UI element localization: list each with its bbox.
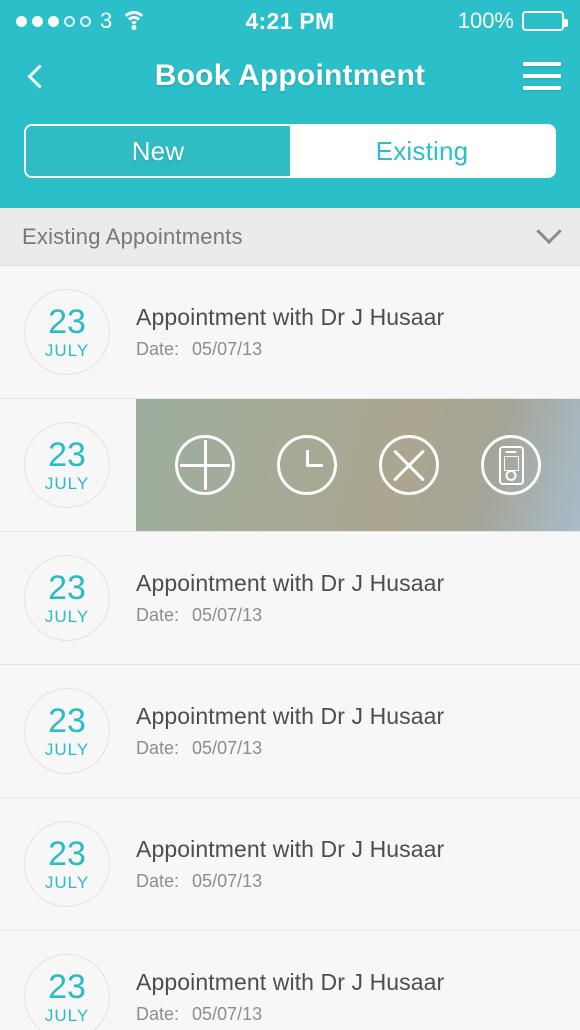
- appointments-list: 23 JULY Appointment with Dr J Husaar Dat…: [0, 266, 580, 1030]
- date-badge: 23 JULY: [24, 422, 110, 508]
- date-month: JULY: [44, 873, 90, 892]
- hamburger-menu-icon-bar: [523, 74, 561, 78]
- date-month: JULY: [44, 341, 90, 360]
- date-label: Date:: [136, 1004, 180, 1024]
- segmented-control-container: New Existing: [0, 110, 580, 208]
- date-day: 23: [48, 835, 86, 873]
- table-row[interactable]: 23 JULY Appointment with Dr J Husaar Dat…: [0, 665, 580, 798]
- appointment-details: Appointment with Dr J Husaar Date: 05/07…: [136, 304, 444, 360]
- tab-existing[interactable]: Existing: [290, 126, 554, 176]
- appointment-date-line: Date: 05/07/13: [136, 1004, 444, 1025]
- status-bar: 3 4:21 PM 100%: [0, 0, 580, 42]
- date-badge: 23 JULY: [24, 555, 110, 641]
- section-header-label: Existing Appointments: [22, 223, 243, 249]
- date-day: 23: [48, 303, 86, 341]
- app-screen: 3 4:21 PM 100% Book Appointment New Exis…: [0, 0, 580, 1030]
- date-value: 05/07/13: [192, 339, 263, 359]
- appointment-date-line: Date: 05/07/13: [136, 738, 444, 759]
- row-action-panel: [136, 399, 580, 531]
- table-row[interactable]: 23 JULY: [0, 399, 580, 532]
- clock-icon[interactable]: [277, 435, 337, 495]
- date-month: JULY: [44, 607, 90, 626]
- date-month: JULY: [44, 474, 90, 493]
- date-label: Date:: [136, 871, 180, 891]
- mobile-phone-icon[interactable]: [481, 435, 541, 495]
- date-badge: 23 JULY: [24, 688, 110, 774]
- date-value: 05/07/13: [192, 605, 263, 625]
- hamburger-menu-button[interactable]: [504, 42, 580, 110]
- appointment-details: Appointment with Dr J Husaar Date: 05/07…: [136, 969, 444, 1025]
- date-value: 05/07/13: [192, 871, 263, 891]
- plus-icon[interactable]: [175, 435, 235, 495]
- battery-full-icon: [522, 11, 568, 31]
- appointment-date-line: Date: 05/07/13: [136, 339, 444, 360]
- hamburger-menu-icon-bar: [523, 62, 561, 66]
- appointment-details: Appointment with Dr J Husaar Date: 05/07…: [136, 703, 444, 759]
- battery-percent-label: 100%: [457, 8, 514, 33]
- close-x-icon[interactable]: [379, 435, 439, 495]
- date-badge: 23 JULY: [24, 821, 110, 907]
- table-row[interactable]: 23 JULY Appointment with Dr J Husaar Dat…: [0, 266, 580, 399]
- date-badge: 23 JULY: [24, 289, 110, 375]
- chevron-left-icon: [26, 63, 52, 89]
- appointment-date-line: Date: 05/07/13: [136, 871, 444, 892]
- appointment-title: Appointment with Dr J Husaar: [136, 703, 445, 729]
- date-day: 23: [48, 968, 86, 1006]
- date-day: 23: [48, 569, 86, 607]
- date-badge: 23 JULY: [24, 954, 110, 1030]
- status-bar-right: 100%: [457, 8, 568, 34]
- page-title: Book Appointment: [154, 59, 426, 92]
- appointment-title: Appointment with Dr J Husaar: [136, 836, 445, 862]
- appointment-date-line: Date: 05/07/13: [136, 605, 444, 626]
- date-label: Date:: [136, 339, 180, 359]
- appointment-title: Appointment with Dr J Husaar: [136, 570, 445, 596]
- navigation-bar: Book Appointment: [0, 42, 580, 110]
- back-button[interactable]: [0, 42, 72, 110]
- appointment-details: Appointment with Dr J Husaar Date: 05/07…: [136, 570, 444, 626]
- date-value: 05/07/13: [192, 738, 263, 758]
- table-row[interactable]: 23 JULY Appointment with Dr J Husaar Dat…: [0, 931, 580, 1030]
- date-label: Date:: [136, 738, 180, 758]
- date-label: Date:: [136, 605, 180, 625]
- date-month: JULY: [44, 740, 90, 759]
- date-day: 23: [48, 702, 86, 740]
- segmented-control: New Existing: [24, 124, 556, 178]
- tab-new[interactable]: New: [26, 126, 290, 176]
- appointment-details: Appointment with Dr J Husaar Date: 05/07…: [136, 836, 444, 892]
- date-value: 05/07/13: [192, 1004, 263, 1024]
- table-row[interactable]: 23 JULY Appointment with Dr J Husaar Dat…: [0, 532, 580, 665]
- hamburger-menu-icon-bar: [523, 86, 561, 90]
- date-month: JULY: [44, 1006, 90, 1025]
- table-row[interactable]: 23 JULY Appointment with Dr J Husaar Dat…: [0, 798, 580, 931]
- appointment-title: Appointment with Dr J Husaar: [136, 304, 445, 330]
- chevron-down-icon[interactable]: [536, 218, 562, 244]
- date-day: 23: [48, 436, 86, 474]
- existing-appointments-section-header[interactable]: Existing Appointments: [0, 208, 580, 266]
- appointment-title: Appointment with Dr J Husaar: [136, 969, 445, 995]
